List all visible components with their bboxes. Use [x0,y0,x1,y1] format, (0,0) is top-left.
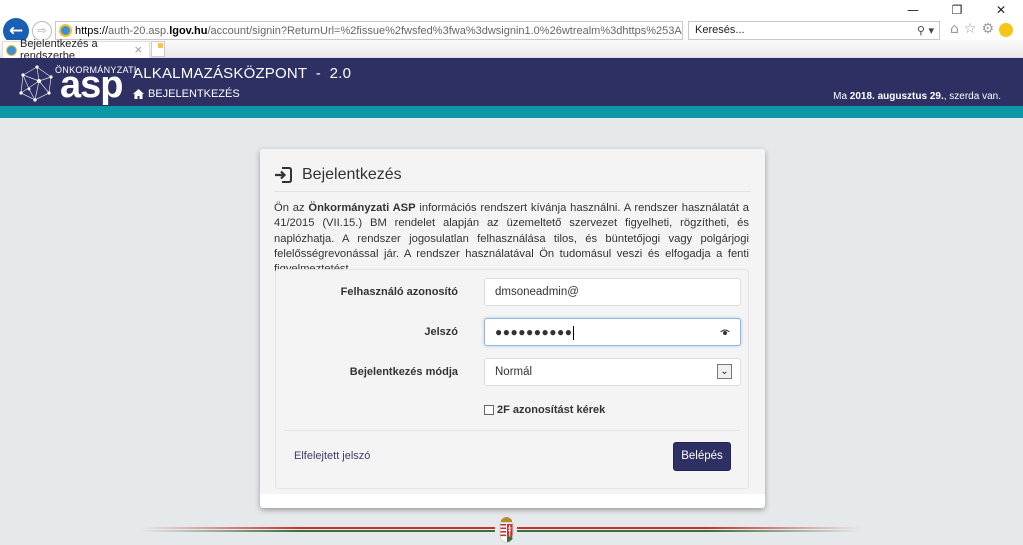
password-value: ●●●●●●●●●● [495,325,573,339]
form-divider [284,430,740,431]
tab-signin[interactable]: Bejelentkezés a rendszerbe × [2,38,150,62]
close-window-button[interactable]: ✕ [979,0,1023,20]
url-path: /account/signin?ReturnUrl=%2fissue%2fwsf… [207,24,682,37]
username-value: dmsoneadmin@ [495,286,579,298]
date-value: 2018. augusztus 29. [849,91,944,102]
password-input[interactable]: ●●●●●●●●●● [484,318,741,346]
twofactor-option[interactable]: 2F azonosítást kérek [484,404,605,416]
app-title: ALKALMAZÁSKÖZPONT - 2.0 [133,65,352,82]
favorites-star-icon[interactable]: ☆ [964,21,977,37]
search-box[interactable]: Keresés... ⚲ ▾ [688,21,940,40]
date-suffix: , szerda van. [943,91,1001,102]
url-host-prefix: auth-20.asp. [108,24,170,37]
date-prefix: Ma [833,91,850,102]
search-placeholder: Keresés... [695,24,745,36]
tab-bar: Bejelentkezés a rendszerbe × [0,38,1023,62]
username-input[interactable]: dmsoneadmin@ [484,278,741,306]
search-icon[interactable]: ⚲ [917,24,925,37]
title-divider [274,191,751,192]
breadcrumb[interactable]: BEJELENTKEZÉS [133,88,240,100]
gear-icon[interactable]: ⚙ [981,21,994,37]
network-logo-icon [19,65,53,102]
twofactor-checkbox[interactable] [484,405,494,415]
login-mode-value: Normál [495,366,533,378]
ie-tab-icon [6,44,17,56]
feedback-smiley-icon[interactable] [999,23,1014,37]
text-caret [573,325,575,340]
login-button[interactable]: Belépés [673,442,731,471]
logo-text: asp [60,64,123,106]
login-mode-label: Bejelentkezés módja [349,366,458,378]
address-bar[interactable]: https://auth-20.asp. lgov.hu/account/sign… [55,21,683,40]
login-mode-select[interactable]: Normál ⌄ [484,358,741,386]
current-date: Ma 2018. augusztus 29., szerda van. [833,91,1001,102]
card-title: Bejelentkezés [302,166,402,183]
restore-button[interactable]: ❐ [935,0,979,20]
search-dropdown-icon[interactable]: ▾ [928,24,934,37]
flag-stripe-right [517,527,862,533]
chevron-down-icon[interactable]: ⌄ [717,364,732,379]
login-card: Bejelentkezés Ön az Önkormányzati ASP in… [260,149,765,508]
breadcrumb-label: BEJELENTKEZÉS [148,88,240,100]
asp-logo[interactable]: ÖNKORMÁNYZATI asp [15,61,136,106]
show-password-icon[interactable] [720,328,730,336]
username-label: Felhasználó azonosító [340,286,458,298]
forgot-password-link[interactable]: Elfelejtett jelszó [294,450,370,462]
tab-close-icon[interactable]: × [134,43,143,56]
window-controls: — ❐ ✕ [891,0,1023,20]
sign-in-icon [275,167,292,183]
twofactor-label: 2F azonosítást kérek [497,404,606,416]
minimize-button[interactable]: — [891,0,935,20]
notice-text: Ön az [274,202,309,214]
ie-page-icon [59,24,72,37]
home-icon [133,89,144,99]
new-tab-button[interactable] [151,41,165,57]
password-label: Jelszó [424,326,458,338]
app-header: ÖNKORMÁNYZATI asp ALKALMAZÁSKÖZPONT - 2.… [0,58,1023,106]
browser-chrome: — ❐ ✕ ← ⇨ https://auth-20.asp. lgov.hu/ac… [0,0,1023,62]
browser-tools: ⌂ ☆ ⚙ [950,21,1014,37]
coat-of-arms-icon [499,517,514,544]
home-icon[interactable]: ⌂ [950,21,959,37]
legal-notice: Ön az Önkormányzati ASP információs rend… [274,201,749,277]
notice-bold: Önkormányzati ASP [308,202,416,214]
flag-stripe-left [140,527,495,533]
url-domain: lgov.hu [169,24,208,37]
arrow-right-icon: ⇨ [37,24,47,37]
url-scheme: https:// [75,24,109,37]
login-form: Felhasználó azonosító dmsoneadmin@ Jelsz… [275,269,749,489]
accent-bar [0,106,1023,118]
card-header: Bejelentkezés [274,166,402,184]
